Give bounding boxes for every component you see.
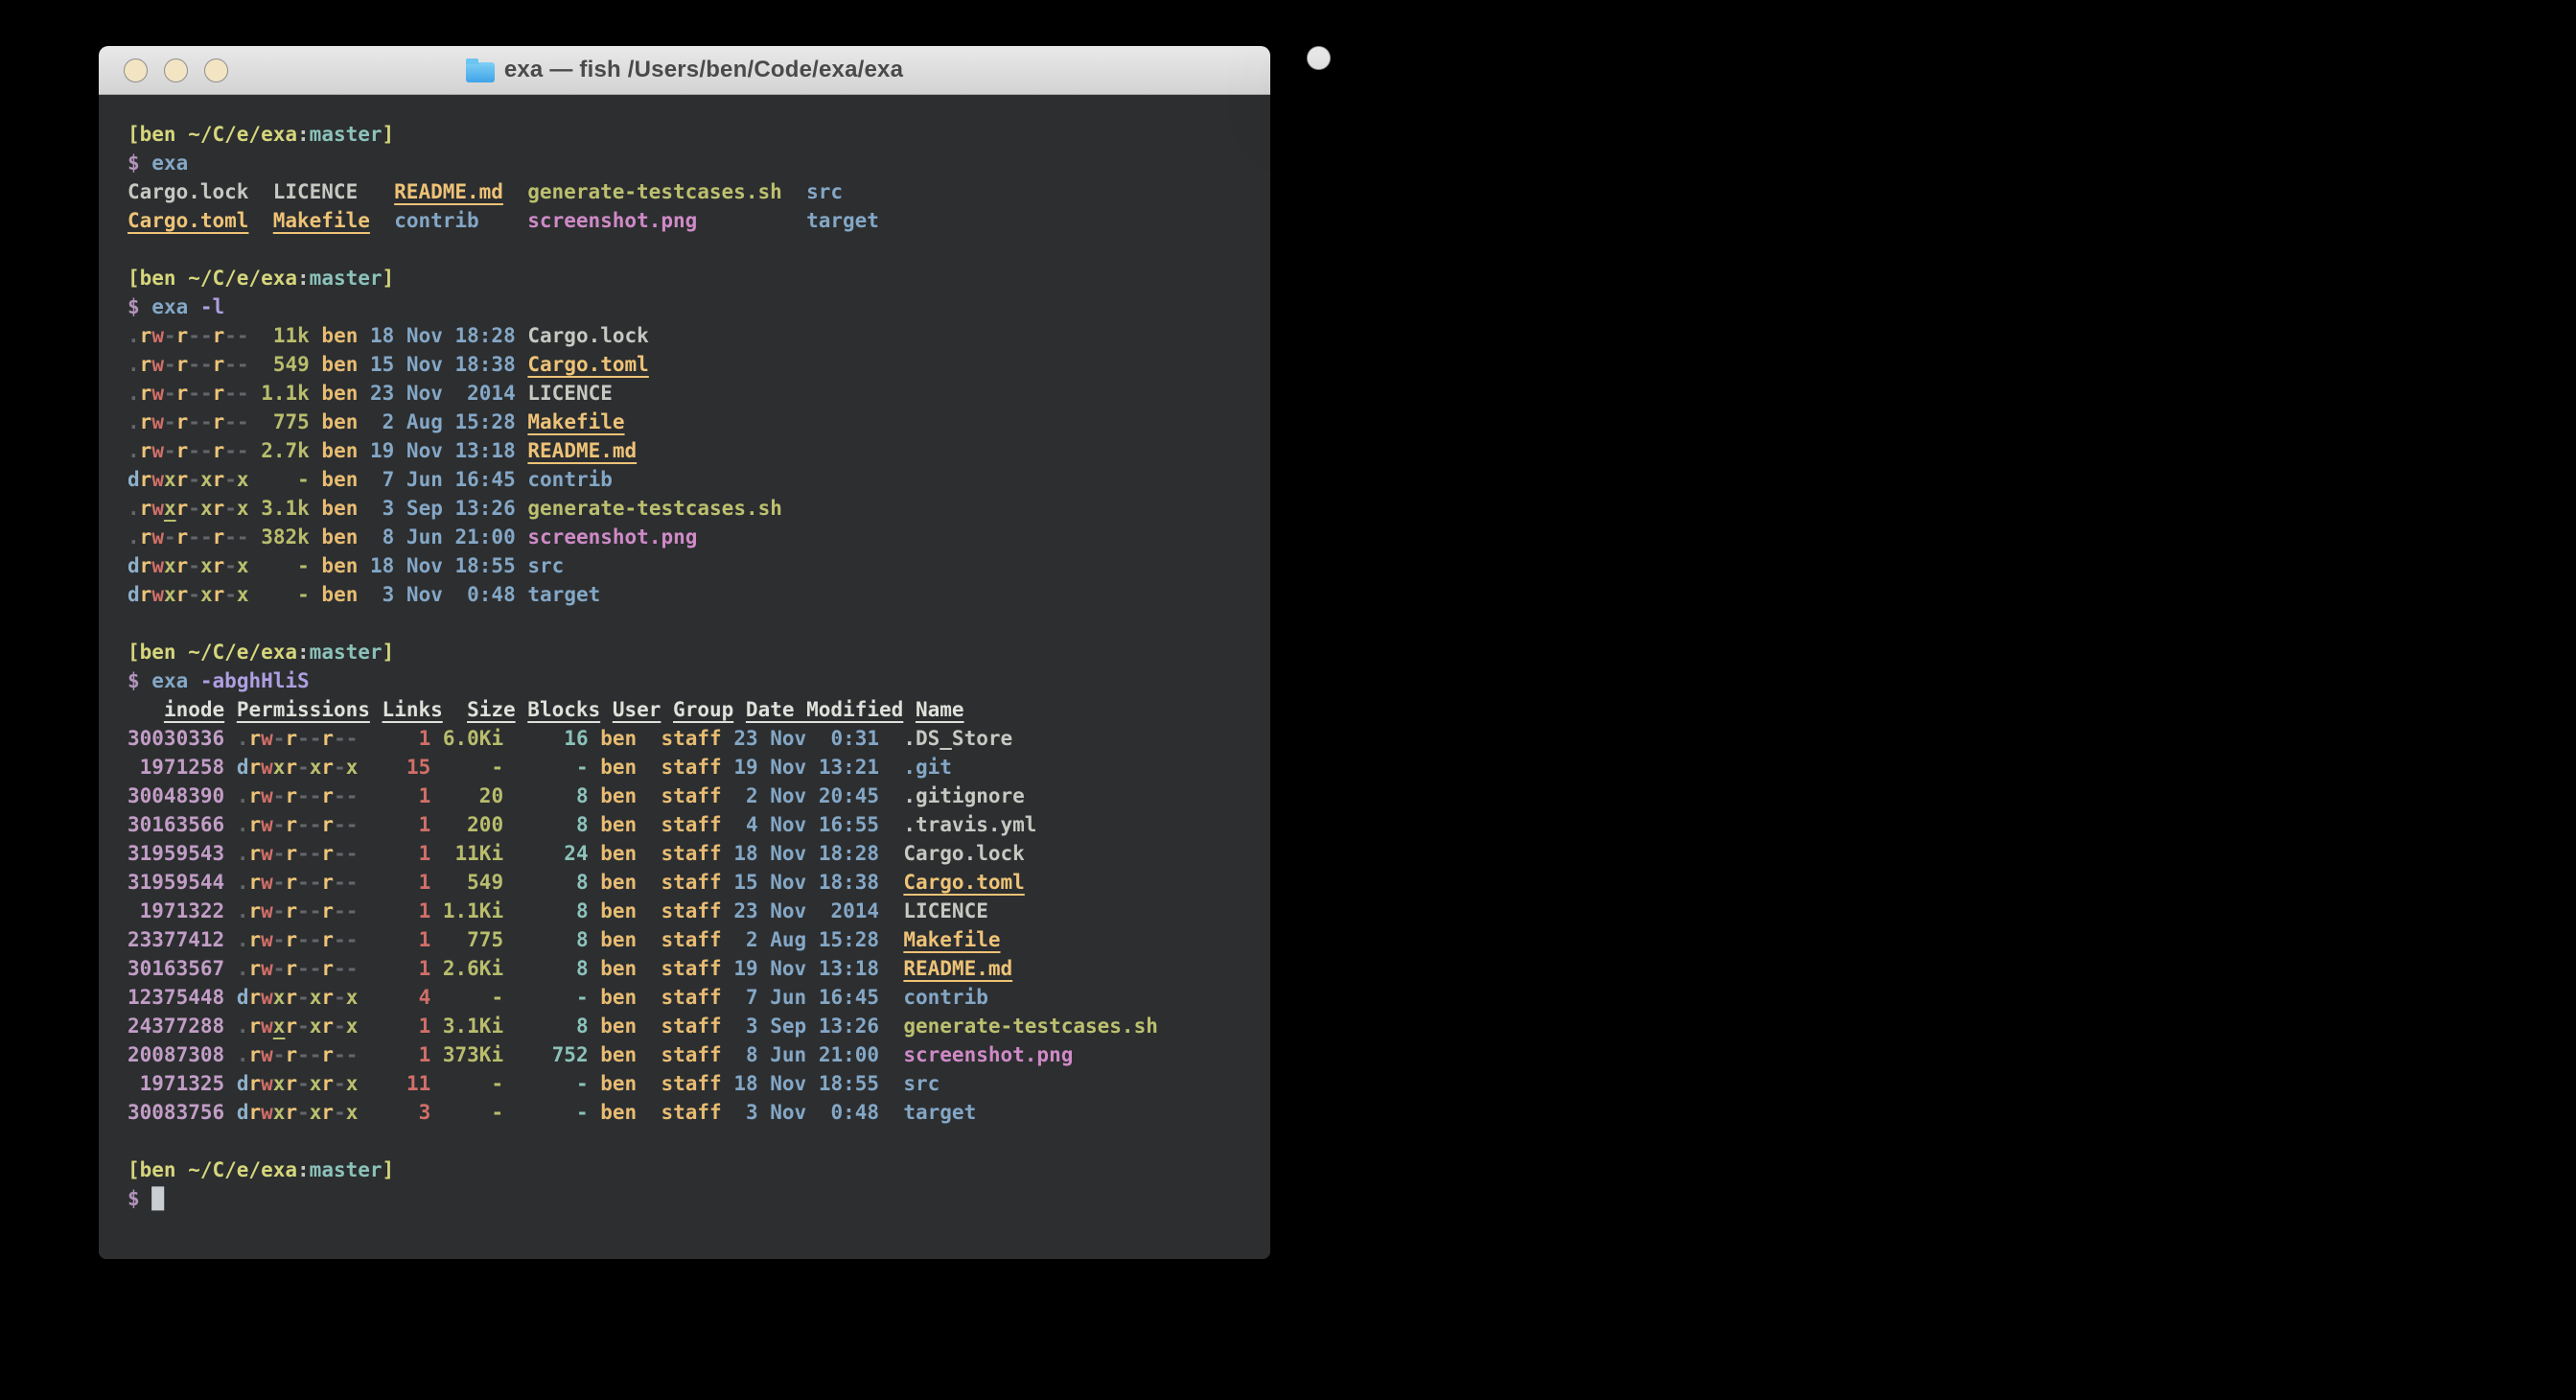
terminal-line <box>128 609 1255 638</box>
terminal-line: Cargo.toml Makefile contrib screenshot.p… <box>128 206 1255 235</box>
terminal-line: 1971322 .rw-r--r-- 1 1.1Ki 8 ben staff 2… <box>128 897 1255 925</box>
terminal-line: .rwxr-xr-x 3.1k ben 3 Sep 13:26 generate… <box>128 494 1255 523</box>
left-titlebar[interactable]: exa — fish /Users/ben/Code/exa/exa <box>99 46 1270 95</box>
terminal-line: 12375448 drwxr-xr-x 4 - - ben staff 7 Ju… <box>128 983 1255 1012</box>
window-title: exa — fish /Users/ben/Code/exa/exa <box>504 57 903 83</box>
right-title: exa — fish /Users/ben/Code/exa/exa <box>1308 47 1330 70</box>
terminal-line <box>128 1127 1255 1155</box>
folder-icon <box>466 62 495 82</box>
left-title: exa — fish /Users/ben/Code/exa/exa <box>99 46 1270 94</box>
desktop: { "app": { "desktop_background": "#00000… <box>0 0 2576 1400</box>
terminal-line: drwxr-xr-x - ben 3 Nov 0:48 target <box>128 580 1255 609</box>
terminal-line: 30048390 .rw-r--r-- 1 20 8 ben staff 2 N… <box>128 782 1255 810</box>
right-terminal-window: exa — fish /Users/ben/Code/exa/exa [ben … <box>1307 46 1331 70</box>
terminal-line <box>128 235 1255 264</box>
terminal-line: .rw-r--r-- 2.7k ben 19 Nov 13:18 README.… <box>128 436 1255 465</box>
terminal-line: inode Permissions Links Size Blocks User… <box>128 695 1255 724</box>
terminal-line: Cargo.lock LICENCE README.md generate-te… <box>128 177 1255 206</box>
terminal-line: 30163566 .rw-r--r-- 1 200 8 ben staff 4 … <box>128 810 1255 839</box>
terminal-line: .rw-r--r-- 1.1k ben 23 Nov 2014 LICENCE <box>128 379 1255 408</box>
terminal-line: 30030336 .rw-r--r-- 1 6.0Ki 16 ben staff… <box>128 724 1255 753</box>
terminal-line: .rw-r--r-- 382k ben 8 Jun 21:00 screensh… <box>128 523 1255 551</box>
terminal-line: .rw-r--r-- 775 ben 2 Aug 15:28 Makefile <box>128 408 1255 436</box>
terminal-line: 30163567 .rw-r--r-- 1 2.6Ki 8 ben staff … <box>128 954 1255 983</box>
terminal-line: $ exa <box>128 149 1255 177</box>
left-terminal-output[interactable]: [ben ~/C/e/exa:master]$ exaCargo.lock LI… <box>99 95 1270 1259</box>
terminal-line: .rw-r--r-- 549 ben 15 Nov 18:38 Cargo.to… <box>128 350 1255 379</box>
terminal-line: drwxr-xr-x - ben 7 Jun 16:45 contrib <box>128 465 1255 494</box>
terminal-line: 20087308 .rw-r--r-- 1 373Ki 752 ben staf… <box>128 1040 1255 1069</box>
terminal-line: 30083756 drwxr-xr-x 3 - - ben staff 3 No… <box>128 1098 1255 1127</box>
terminal-line: $ █ <box>128 1184 1255 1213</box>
terminal-line: [ben ~/C/e/exa:master] <box>128 1155 1255 1184</box>
terminal-line: .rw-r--r-- 11k ben 18 Nov 18:28 Cargo.lo… <box>128 321 1255 350</box>
terminal-line: $ exa -l <box>128 292 1255 321</box>
terminal-line: 31959543 .rw-r--r-- 1 11Ki 24 ben staff … <box>128 839 1255 868</box>
terminal-line: 1971258 drwxr-xr-x 15 - - ben staff 19 N… <box>128 753 1255 782</box>
right-titlebar[interactable]: exa — fish /Users/ben/Code/exa/exa <box>1308 47 1330 70</box>
terminal-line: [ben ~/C/e/exa:master] <box>128 264 1255 292</box>
terminal-line: [ben ~/C/e/exa:master] <box>128 638 1255 666</box>
terminal-line: 1971325 drwxr-xr-x 11 - - ben staff 18 N… <box>128 1069 1255 1098</box>
window-title: exa — fish /Users/ben/Code/exa/exa <box>1307 46 1331 70</box>
left-terminal-window: exa — fish /Users/ben/Code/exa/exa [ben … <box>99 46 1270 1259</box>
terminal-line: drwxr-xr-x - ben 18 Nov 18:55 src <box>128 551 1255 580</box>
terminal-line: 24377288 .rwxr-xr-x 1 3.1Ki 8 ben staff … <box>128 1012 1255 1040</box>
terminal-line: $ exa -abghHliS <box>128 666 1255 695</box>
terminal-line: [ben ~/C/e/exa:master] <box>128 120 1255 149</box>
terminal-line: 31959544 .rw-r--r-- 1 549 8 ben staff 15… <box>128 868 1255 897</box>
terminal-line: 23377412 .rw-r--r-- 1 775 8 ben staff 2 … <box>128 925 1255 954</box>
